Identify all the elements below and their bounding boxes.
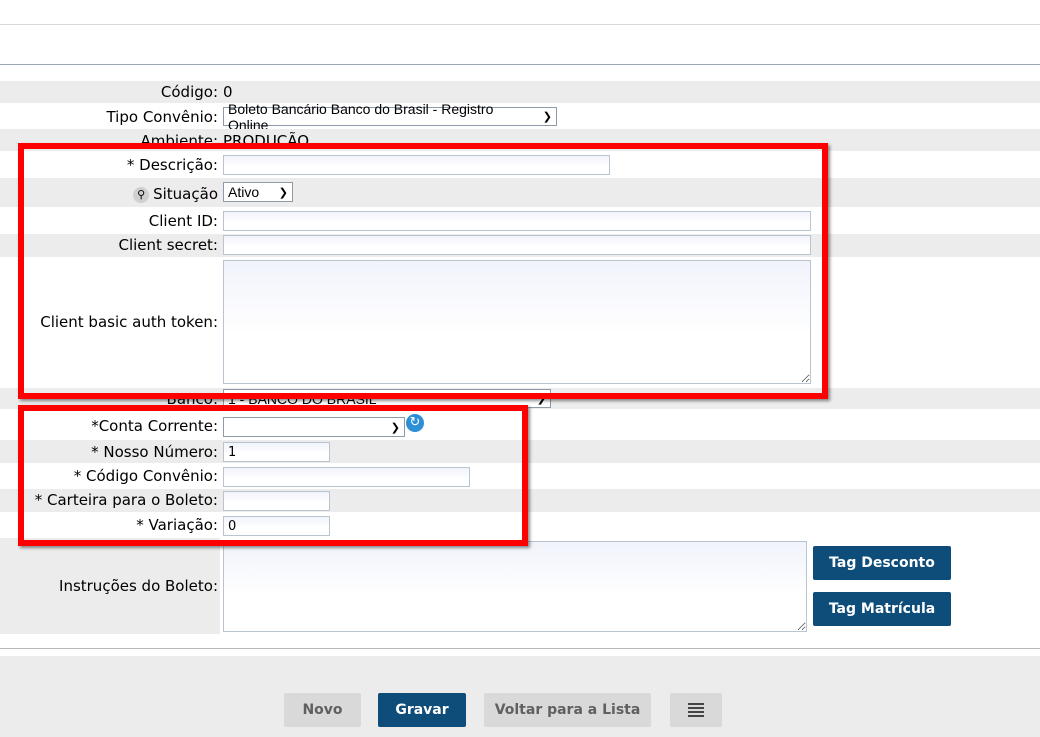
footer-divider	[0, 648, 1040, 649]
row-tipo-convenio: Tipo Convênio: Boleto Bancário Banco do …	[0, 101, 1040, 133]
instrucoes-label: Instruções do Boleto:	[59, 577, 218, 595]
list-view-button[interactable]	[670, 693, 722, 727]
top-divider	[0, 24, 1040, 25]
tag-desconto-button[interactable]: Tag Desconto	[813, 546, 951, 580]
codigo-value: 0	[223, 83, 233, 101]
gravar-button[interactable]: Gravar	[378, 693, 466, 727]
tag-matricula-button[interactable]: Tag Matrícula	[813, 592, 951, 626]
list-icon	[688, 701, 704, 719]
highlight-box-credentials	[18, 143, 828, 399]
row-instrucoes: Instruções do Boleto: Tag Desconto Tag M…	[0, 538, 1040, 634]
tipo-convenio-label: Tipo Convênio:	[106, 108, 218, 126]
novo-button[interactable]: Novo	[284, 693, 361, 727]
chevron-down-icon: ❯	[542, 111, 552, 123]
tipo-convenio-select[interactable]: Boleto Bancário Banco do Brasil - Regist…	[223, 101, 557, 133]
codigo-label: Código:	[160, 83, 218, 101]
instrucoes-textarea[interactable]	[223, 541, 807, 632]
voltar-lista-button[interactable]: Voltar para a Lista	[484, 693, 651, 727]
footer-bar: Novo Gravar Voltar para a Lista	[0, 656, 1040, 737]
highlight-box-account	[18, 405, 528, 546]
header-divider	[0, 64, 1040, 65]
tipo-convenio-selected: Boleto Bancário Banco do Brasil - Regist…	[228, 100, 494, 133]
